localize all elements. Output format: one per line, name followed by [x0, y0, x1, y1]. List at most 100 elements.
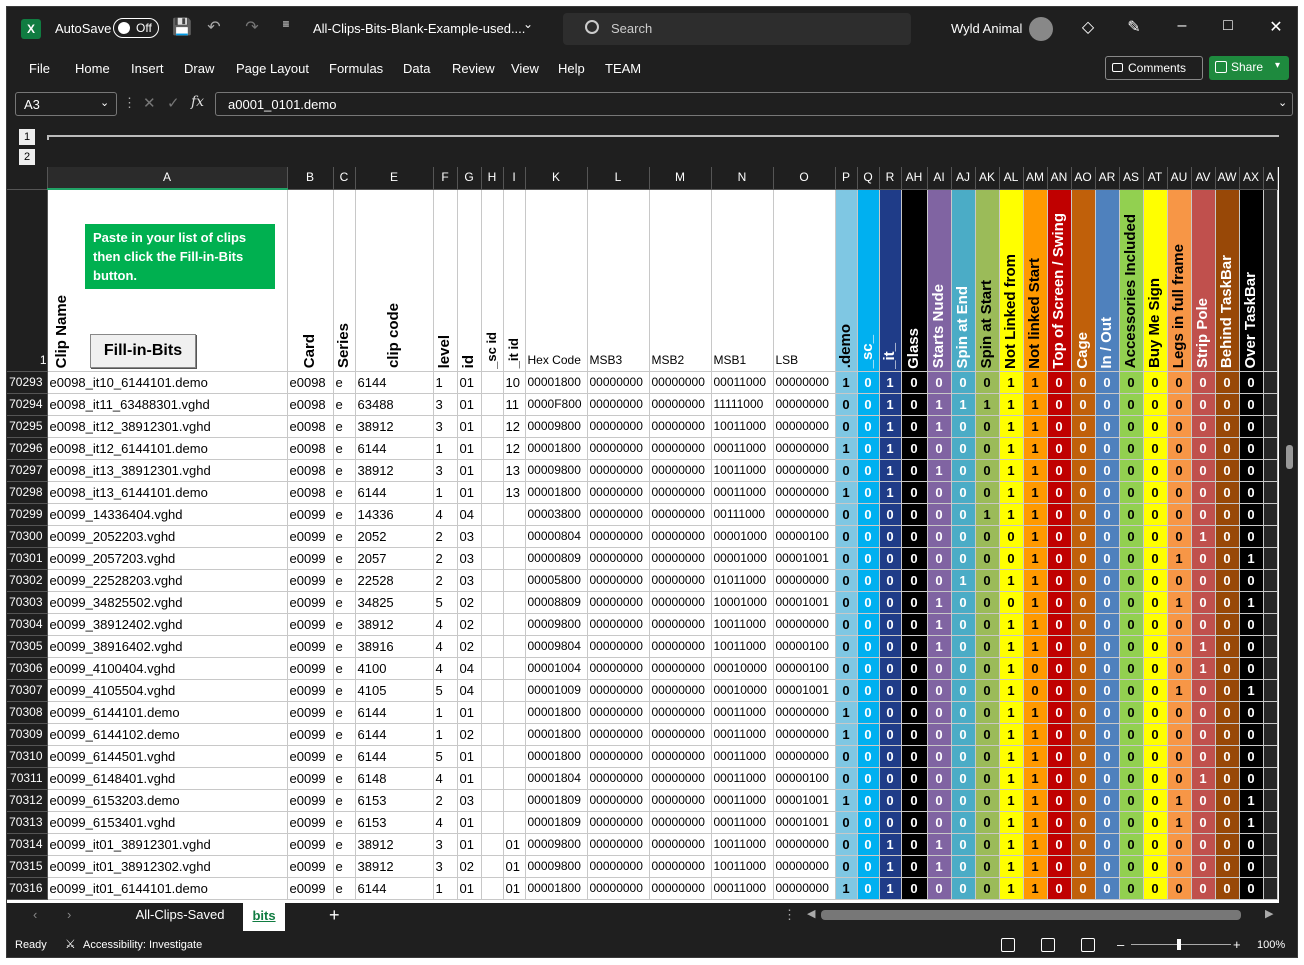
- cell[interactable]: 02: [457, 855, 482, 878]
- cell[interactable]: 00000000: [587, 503, 650, 526]
- bit-cell[interactable]: 0: [835, 393, 858, 416]
- column-header[interactable]: AH: [901, 167, 928, 190]
- diamond-icon[interactable]: ◇: [1073, 17, 1103, 39]
- bit-cell[interactable]: 0: [1143, 789, 1168, 812]
- bit-cell[interactable]: 0: [857, 591, 880, 614]
- row-header[interactable]: 70297: [7, 459, 48, 482]
- bit-cell[interactable]: 0: [1143, 635, 1168, 658]
- bit-cell[interactable]: 0: [1215, 393, 1240, 416]
- vertical-scroll-thumb[interactable]: [1286, 445, 1293, 469]
- cell[interactable]: 00001800: [525, 481, 588, 504]
- bit-cell[interactable]: 0: [1047, 415, 1072, 438]
- cell[interactable]: 00000000: [649, 789, 712, 812]
- bit-cell[interactable]: [1263, 657, 1278, 680]
- bit-cell[interactable]: 1: [1023, 635, 1048, 658]
- cell[interactable]: e0098_it12_6144101.demo: [47, 437, 288, 460]
- bit-cell[interactable]: 1: [1191, 525, 1216, 548]
- cell[interactable]: e: [333, 833, 356, 856]
- bit-cell[interactable]: 0: [857, 657, 880, 680]
- bit-cell[interactable]: 0: [975, 679, 1000, 702]
- cell[interactable]: 00008809: [525, 591, 588, 614]
- bit-cell[interactable]: 0: [1215, 371, 1240, 394]
- cell[interactable]: 6144: [355, 745, 434, 768]
- page-break-view-icon[interactable]: [1081, 938, 1095, 952]
- cell[interactable]: 00000000: [587, 569, 650, 592]
- bit-cell[interactable]: 0: [1215, 833, 1240, 856]
- cell[interactable]: e0099_2057203.vghd: [47, 547, 288, 570]
- bit-cell[interactable]: 1: [1023, 745, 1048, 768]
- bit-cell[interactable]: 0: [857, 789, 880, 812]
- bit-cell[interactable]: 1: [1191, 657, 1216, 680]
- cell[interactable]: 4: [433, 657, 458, 680]
- bit-cell[interactable]: 0: [1047, 657, 1072, 680]
- bit-cell[interactable]: 0: [1167, 525, 1192, 548]
- cell-grid[interactable]: A B C E F G H I K L M N O P Q R AH AI AJ AK AL AM AN AO AR AS AT AU…: [7, 167, 1279, 903]
- bit-cell[interactable]: 0: [1191, 701, 1216, 724]
- bit-cell[interactable]: 0: [1143, 723, 1168, 746]
- bit-cell[interactable]: 0: [927, 723, 952, 746]
- bit-cell[interactable]: 0: [975, 789, 1000, 812]
- bit-cell[interactable]: 0: [879, 569, 902, 592]
- cell[interactable]: 00001809: [525, 811, 588, 834]
- bit-cell[interactable]: 0: [1143, 569, 1168, 592]
- cell[interactable]: e: [333, 415, 356, 438]
- cell[interactable]: [503, 767, 526, 790]
- redo-icon[interactable]: ↷: [237, 17, 267, 39]
- bit-cell[interactable]: 0: [927, 745, 952, 768]
- cell[interactable]: e: [333, 503, 356, 526]
- cell[interactable]: 00009800: [525, 855, 588, 878]
- bit-cell[interactable]: [1263, 481, 1278, 504]
- bit-cell[interactable]: 0: [951, 613, 976, 636]
- cell[interactable]: 01: [457, 393, 482, 416]
- cell[interactable]: 10011000: [711, 635, 774, 658]
- cell[interactable]: 00011000: [711, 371, 774, 394]
- bit-cell[interactable]: 0: [951, 459, 976, 482]
- bit-cell[interactable]: 0: [879, 503, 902, 526]
- cell[interactable]: 00000000: [587, 679, 650, 702]
- column-header[interactable]: A: [1263, 167, 1278, 190]
- bit-cell[interactable]: 0: [1215, 855, 1240, 878]
- bit-cell[interactable]: 0: [951, 877, 976, 900]
- tab-review[interactable]: Review: [452, 61, 495, 76]
- cell[interactable]: [481, 789, 504, 812]
- bit-cell[interactable]: 0: [1215, 481, 1240, 504]
- cell[interactable]: e0099_it01_38912301.vghd: [47, 833, 288, 856]
- bit-cell[interactable]: 0: [1047, 393, 1072, 416]
- bit-cell[interactable]: 0: [835, 569, 858, 592]
- bit-cell[interactable]: 1: [1023, 525, 1048, 548]
- column-header[interactable]: Q: [857, 167, 880, 190]
- bit-cell[interactable]: 1: [999, 701, 1024, 724]
- cell[interactable]: 6144: [355, 723, 434, 746]
- bit-cell[interactable]: 0: [857, 635, 880, 658]
- column-header[interactable]: AL: [999, 167, 1024, 190]
- bit-cell[interactable]: 0: [1239, 437, 1264, 460]
- bit-cell[interactable]: 0: [975, 767, 1000, 790]
- column-header[interactable]: AO: [1071, 167, 1096, 190]
- bit-cell[interactable]: 0: [1071, 393, 1096, 416]
- bit-cell[interactable]: 0: [1095, 767, 1120, 790]
- cell[interactable]: [481, 547, 504, 570]
- column-header[interactable]: AT: [1143, 167, 1168, 190]
- cell[interactable]: e0098_it12_38912301.vghd: [47, 415, 288, 438]
- bit-header-cell[interactable]: Not linked Start: [1023, 189, 1048, 372]
- cell[interactable]: 01: [457, 745, 482, 768]
- cell[interactable]: 1: [433, 481, 458, 504]
- bit-cell[interactable]: 0: [1143, 481, 1168, 504]
- bit-cell[interactable]: 0: [1191, 503, 1216, 526]
- bit-cell[interactable]: 1: [1023, 547, 1048, 570]
- bit-cell[interactable]: 1: [999, 635, 1024, 658]
- bit-cell[interactable]: [1263, 525, 1278, 548]
- cell[interactable]: [481, 723, 504, 746]
- cell[interactable]: 00000000: [587, 833, 650, 856]
- cell[interactable]: e0099: [287, 679, 334, 702]
- bit-cell[interactable]: 0: [879, 657, 902, 680]
- bit-cell[interactable]: 1: [1167, 591, 1192, 614]
- cell[interactable]: e: [333, 525, 356, 548]
- cell[interactable]: 00000000: [587, 701, 650, 724]
- bit-cell[interactable]: 0: [879, 723, 902, 746]
- cell[interactable]: 00000000: [649, 635, 712, 658]
- cell[interactable]: 00000000: [649, 679, 712, 702]
- bit-cell[interactable]: 0: [927, 679, 952, 702]
- bit-header-cell[interactable]: Glass: [901, 189, 928, 372]
- bit-cell[interactable]: 0: [1167, 745, 1192, 768]
